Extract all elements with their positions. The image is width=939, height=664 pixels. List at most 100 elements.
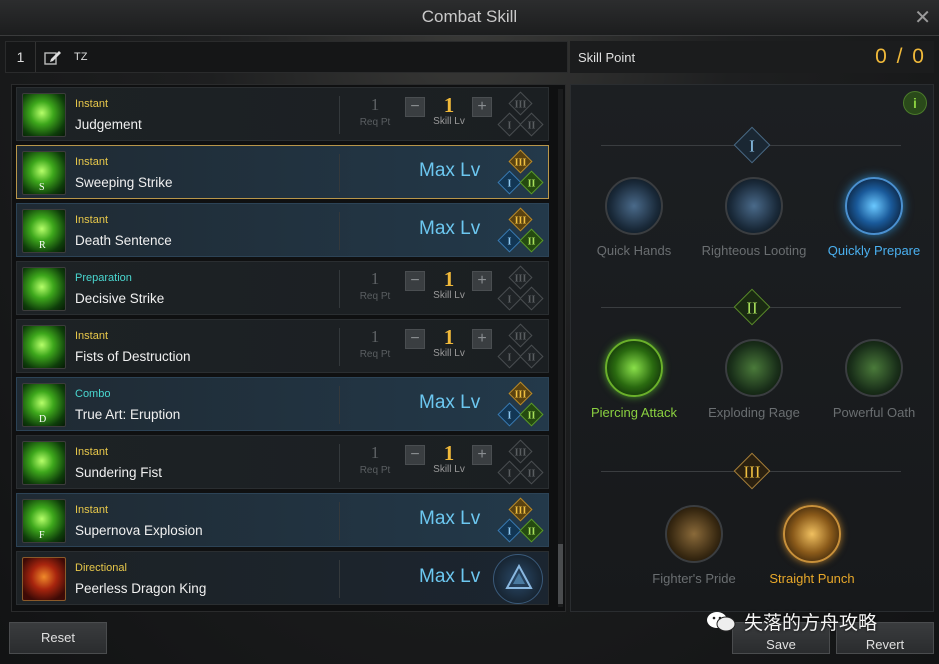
skill-row-true-art-eruption[interactable]: D Combo True Art: Eruption Max Lv III I … <box>16 377 549 431</box>
minus-button[interactable]: − <box>405 445 425 465</box>
tripod-piercing-attack[interactable]: Piercing Attack <box>579 339 689 420</box>
skill-type: Combo <box>75 388 111 400</box>
req-pt: 1 Req Pt <box>359 443 391 476</box>
plus-button[interactable]: + <box>472 97 492 117</box>
skill-type: Instant <box>75 214 109 226</box>
skill-name: True Art: Eruption <box>75 407 181 422</box>
skill-type: Instant <box>75 98 109 110</box>
scroll-thumb[interactable] <box>558 544 563 604</box>
close-icon[interactable]: ✕ <box>914 5 931 30</box>
skill-icon: S <box>22 151 66 195</box>
tier-3-badge: III <box>733 452 771 490</box>
quick-hands-icon <box>605 177 663 235</box>
fighters-pride-icon <box>665 505 723 563</box>
tripod-indicator: III I II <box>497 497 544 544</box>
skill-name: Death Sentence <box>75 233 172 248</box>
hourglass-icon <box>845 177 903 235</box>
righteous-looting-icon <box>725 177 783 235</box>
minus-button[interactable]: − <box>405 97 425 117</box>
skill-point-label: Skill Point <box>578 50 636 65</box>
tripod-exploding-rage[interactable]: Exploding Rage <box>699 339 809 420</box>
tripod-indicator: III I II <box>497 207 544 254</box>
skill-row-supernova-explosion[interactable]: F Instant Supernova Explosion Max Lv III… <box>16 493 549 547</box>
skill-row-death-sentence[interactable]: R Instant Death Sentence Max Lv III I II <box>16 203 549 257</box>
skill-point-bar: Skill Point 0 / 0 <box>570 41 934 73</box>
skill-level: 1 Skill Lv <box>433 325 465 359</box>
skill-name: Decisive Strike <box>75 291 165 306</box>
info-icon[interactable]: i <box>903 91 927 115</box>
tier-2-badge: II <box>733 288 771 326</box>
skill-name: Supernova Explosion <box>75 523 203 538</box>
divider <box>339 328 340 366</box>
title-bar: Combat Skill ✕ <box>0 0 939 36</box>
preset-number[interactable]: 1 <box>6 42 36 72</box>
skill-icon <box>22 557 66 601</box>
skill-icon: F <box>22 499 66 543</box>
max-level-label: Max Lv <box>419 566 481 587</box>
skill-point-value: 0 / 0 <box>875 45 926 68</box>
max-level-label: Max Lv <box>419 508 481 529</box>
skill-icon <box>22 325 66 369</box>
preset-bar: 1 TZ <box>5 41 568 73</box>
skill-row-fists-of-destruction[interactable]: Instant Fists of Destruction 1 Req Pt − 1… <box>16 319 549 373</box>
tripod-righteous-looting[interactable]: Righteous Looting <box>699 177 809 258</box>
tripod-indicator: III I II <box>497 439 544 486</box>
edit-pencil-icon[interactable] <box>44 49 62 65</box>
plus-button[interactable]: + <box>472 445 492 465</box>
minus-button[interactable]: − <box>405 329 425 349</box>
skill-name: Sweeping Strike <box>75 175 173 190</box>
skill-type: Preparation <box>75 272 132 284</box>
skill-level: 1 Skill Lv <box>433 93 465 127</box>
plus-button[interactable]: + <box>472 329 492 349</box>
plus-button[interactable]: + <box>472 271 492 291</box>
tripod-indicator: III I II <box>497 91 544 138</box>
divider <box>339 212 340 250</box>
skill-icon <box>22 441 66 485</box>
powerful-oath-icon <box>845 339 903 397</box>
window-title: Combat Skill <box>421 7 518 26</box>
divider <box>339 444 340 482</box>
tripod-indicator: III I II <box>497 265 544 312</box>
skill-icon: D <box>22 383 66 427</box>
max-level-label: Max Lv <box>419 218 481 239</box>
skill-level: 1 Skill Lv <box>433 441 465 475</box>
scrollbar[interactable] <box>558 89 563 607</box>
divider <box>339 154 340 192</box>
divider <box>339 386 340 424</box>
awakening-emblem-icon <box>493 554 543 604</box>
tripod-indicator: III I II <box>497 323 544 370</box>
skill-row-peerless-dragon-king[interactable]: Directional Peerless Dragon King Max Lv <box>16 551 549 605</box>
tripod-quickly-prepare[interactable]: Quickly Prepare <box>819 177 929 258</box>
skill-name: Judgement <box>75 117 142 132</box>
divider <box>339 96 340 134</box>
watermark: 失落的方舟攻略 <box>744 613 878 634</box>
tripod-indicator: III I II <box>497 149 544 196</box>
skill-row-sweeping-strike[interactable]: S Instant Sweeping Strike Max Lv III I I… <box>16 145 549 199</box>
tripod-panel: i I Quick Hands Righteous Looting Quickl… <box>570 84 934 612</box>
max-level-label: Max Lv <box>419 392 481 413</box>
skill-type: Instant <box>75 446 109 458</box>
reset-button[interactable]: Reset <box>9 622 107 654</box>
skill-icon <box>22 267 66 311</box>
skill-type: Instant <box>75 330 109 342</box>
tripod-fighters-pride[interactable]: Fighter's Pride <box>639 505 749 586</box>
skill-row-sundering-fist[interactable]: Instant Sundering Fist 1 Req Pt − 1 Skill … <box>16 435 549 489</box>
skill-row-decisive-strike[interactable]: Preparation Decisive Strike 1 Req Pt − 1S… <box>16 261 549 315</box>
tripod-indicator: III I II <box>497 381 544 428</box>
divider <box>339 270 340 308</box>
minus-button[interactable]: − <box>405 271 425 291</box>
tier-1-badge: I <box>733 126 771 164</box>
divider <box>339 502 340 540</box>
skill-name: Sundering Fist <box>75 465 163 480</box>
skill-row-judgement[interactable]: Instant Judgement 1 Req Pt − 1 Skill Lv + … <box>16 87 549 141</box>
max-level-label: Max Lv <box>419 160 481 181</box>
skill-list: Instant Judgement 1 Req Pt − 1 Skill Lv + … <box>11 84 566 612</box>
skill-icon <box>22 93 66 137</box>
tripod-quick-hands[interactable]: Quick Hands <box>579 177 689 258</box>
tripod-straight-punch[interactable]: Straight Punch <box>757 505 867 586</box>
wechat-icon <box>707 612 736 632</box>
req-pt: 1 Req Pt <box>359 95 391 128</box>
tripod-powerful-oath[interactable]: Powerful Oath <box>819 339 929 420</box>
crossed-swords-icon <box>783 505 841 563</box>
divider <box>339 560 340 598</box>
